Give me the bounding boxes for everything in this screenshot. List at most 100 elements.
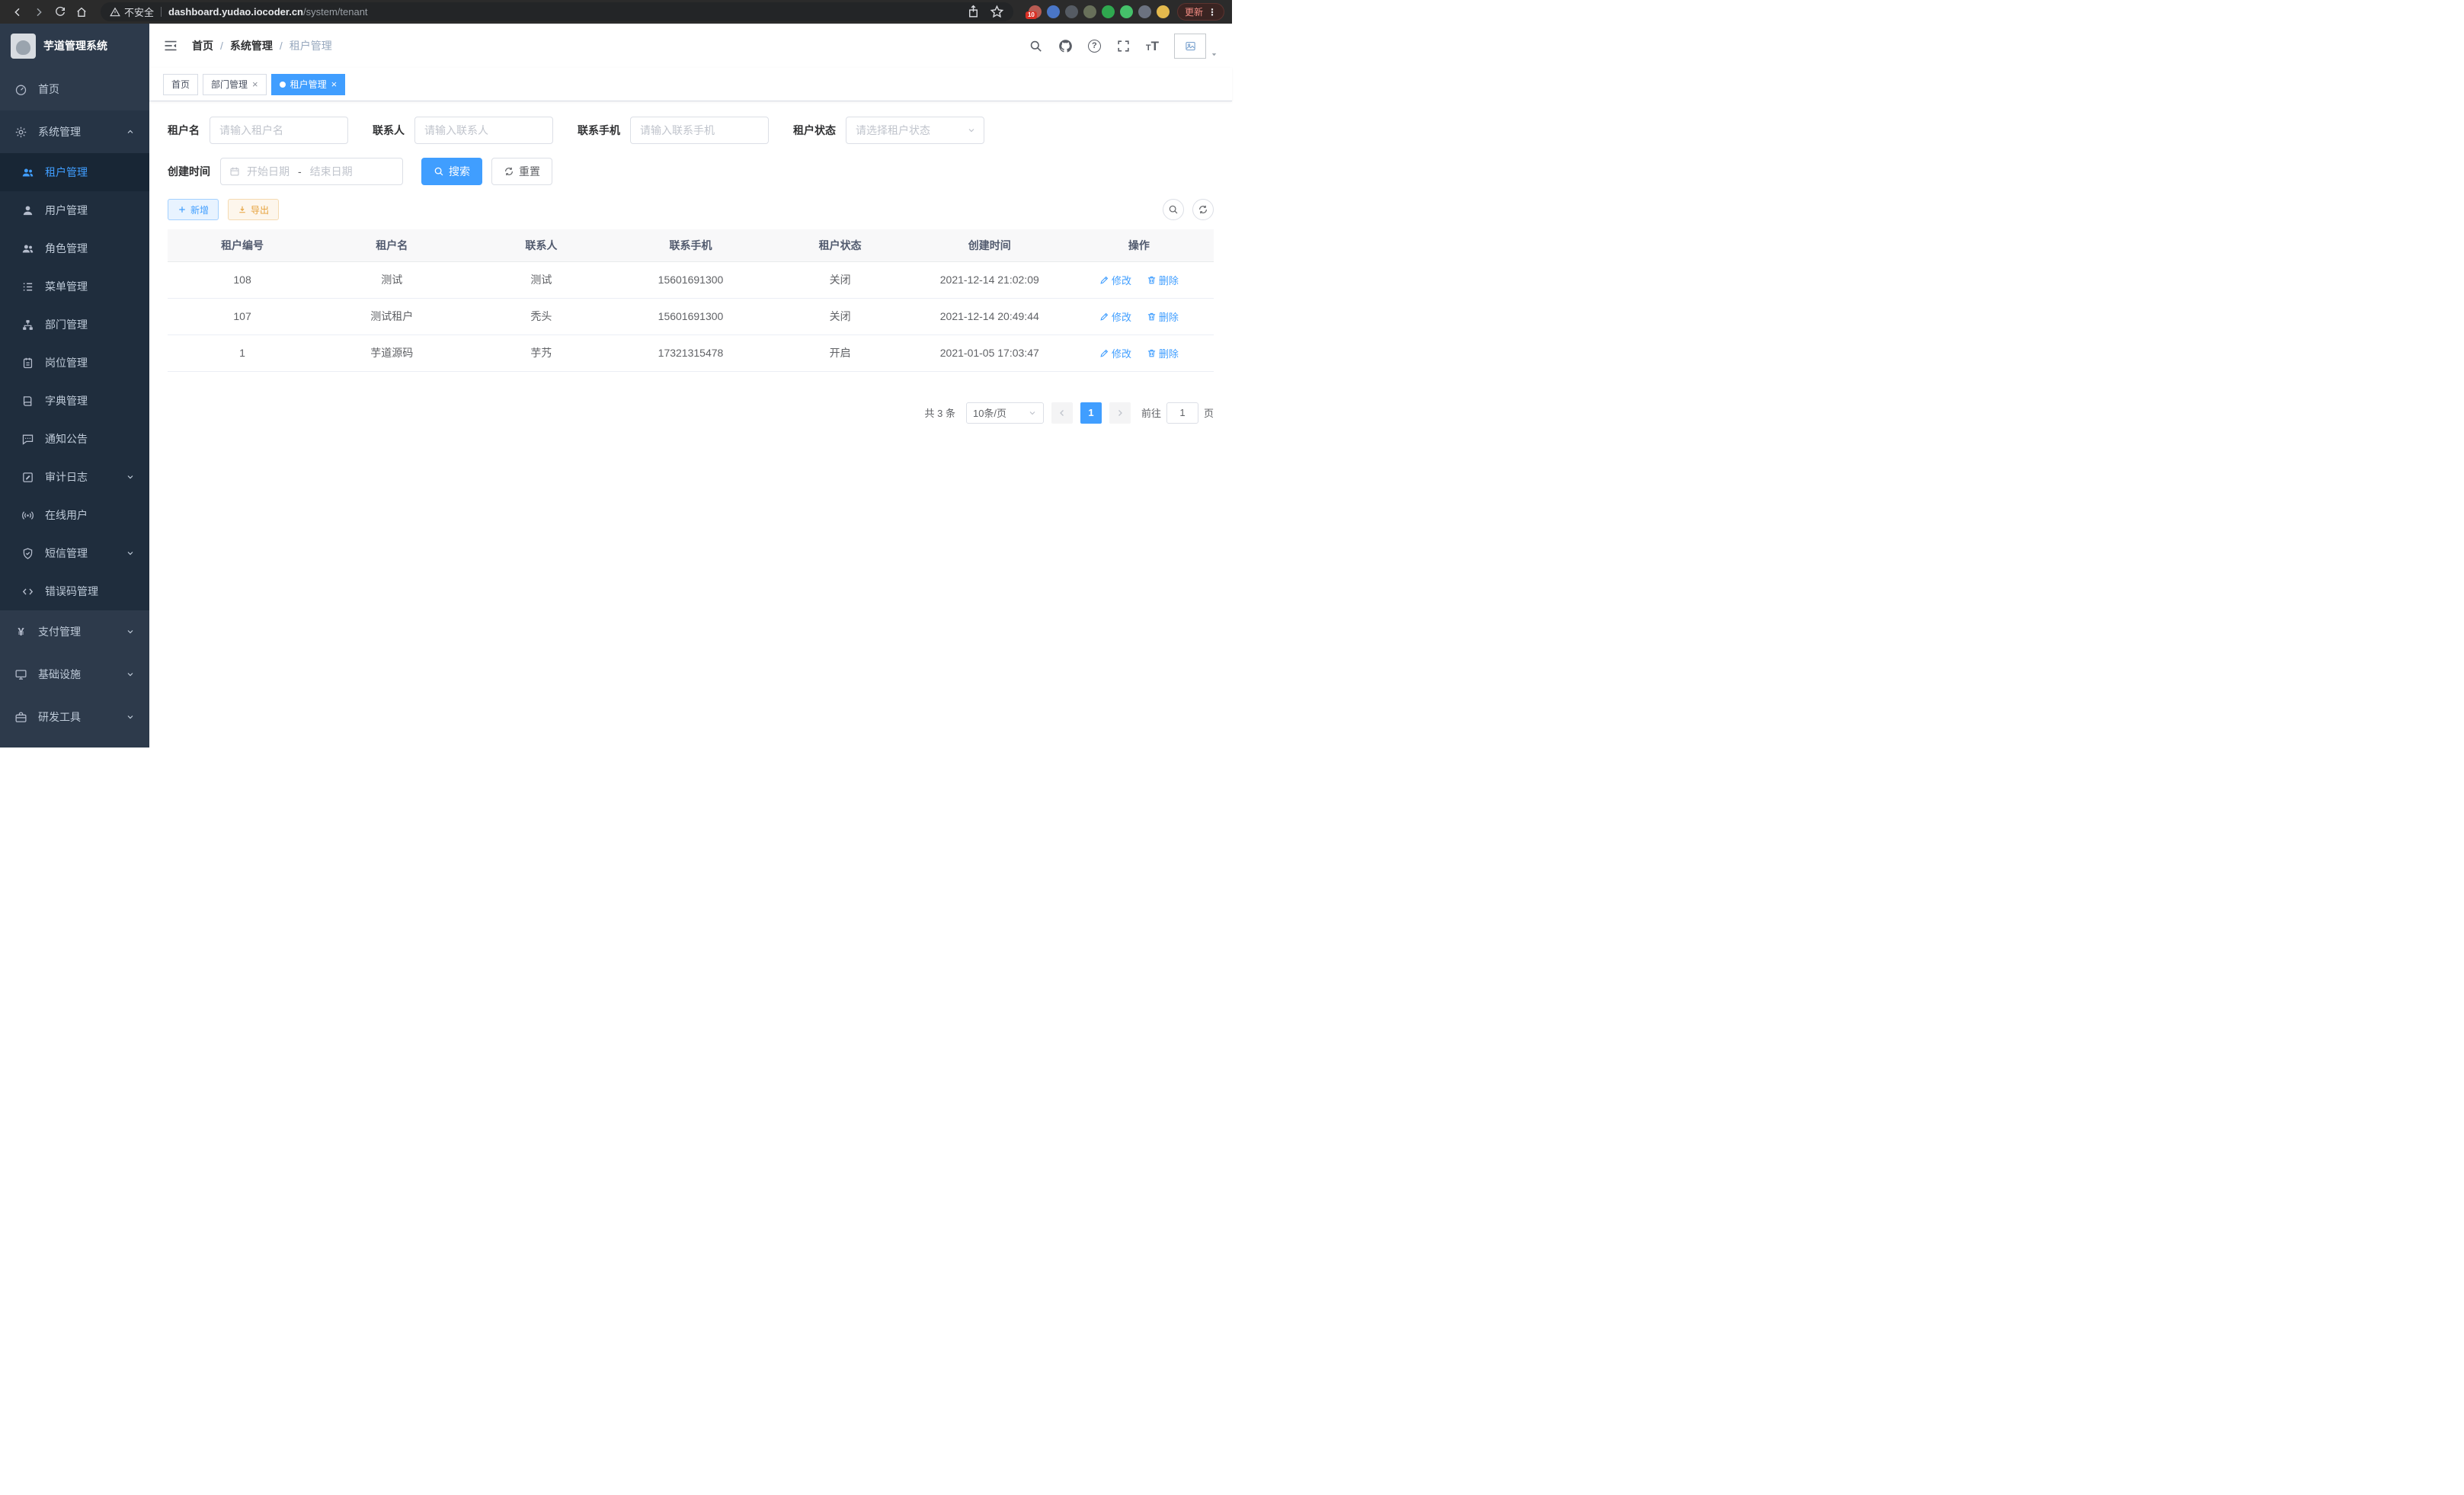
table-row: 107 测试租户 秃头 15601691300 关闭 2021-12-14 20… <box>168 298 1214 335</box>
close-icon[interactable]: × <box>331 79 338 89</box>
date-range-picker[interactable]: 开始日期 - 结束日期 <box>220 158 403 185</box>
table-header-row: 租户编号 租户名 联系人 联系手机 租户状态 创建时间 操作 <box>168 229 1214 261</box>
extension-icon[interactable] <box>1083 5 1096 18</box>
start-date-placeholder: 开始日期 <box>247 164 290 179</box>
status-label: 租户状态 <box>793 123 836 138</box>
page-size-select[interactable]: 10条/页 <box>966 402 1044 424</box>
sidebar-item-notice[interactable]: 通知公告 <box>0 420 149 458</box>
delete-button[interactable]: 删除 <box>1147 309 1179 324</box>
search-button[interactable]: 搜索 <box>421 158 482 185</box>
prev-page-button[interactable] <box>1051 402 1073 424</box>
search-icon[interactable] <box>1029 39 1043 53</box>
book-icon <box>21 395 34 408</box>
sidebar-item-system[interactable]: 系统管理 <box>0 110 149 153</box>
logo[interactable]: 芋道管理系统 <box>0 24 149 68</box>
sidebar-item-user[interactable]: 用户管理 <box>0 191 149 229</box>
page-size-value: 10条/页 <box>973 405 1006 420</box>
sidebar-item-role[interactable]: 角色管理 <box>0 229 149 267</box>
col-header: 联系手机 <box>616 229 765 261</box>
cell-tenant-name: 芋道源码 <box>317 335 466 371</box>
cell-created: 2021-12-14 20:49:44 <box>915 298 1064 335</box>
sidebar-item-label: 错误码管理 <box>45 584 98 599</box>
sidebar-item-sms[interactable]: 短信管理 <box>0 534 149 572</box>
edit-button[interactable]: 修改 <box>1099 309 1131 324</box>
extension-icon[interactable] <box>1120 5 1133 18</box>
bookmark-star-icon[interactable] <box>990 5 1004 19</box>
tab-tenant[interactable]: 租户管理 × <box>271 74 346 95</box>
breadcrumb-item[interactable]: 系统管理 <box>230 38 273 53</box>
sidebar-item-dict[interactable]: 字典管理 <box>0 382 149 420</box>
font-size-icon[interactable]: TT <box>1146 40 1159 53</box>
reload-icon[interactable] <box>50 2 70 22</box>
delete-button[interactable]: 删除 <box>1147 346 1179 360</box>
extension-icon[interactable] <box>1157 5 1170 18</box>
chevron-down-icon <box>126 712 135 722</box>
goto-page-input[interactable] <box>1166 402 1198 424</box>
fullscreen-icon[interactable] <box>1116 39 1131 53</box>
current-page[interactable]: 1 <box>1080 402 1102 424</box>
puzzle-icon[interactable] <box>1138 5 1151 18</box>
url-path: /system/tenant <box>303 6 368 18</box>
export-button[interactable]: 导出 <box>228 199 279 220</box>
edit-button[interactable]: 修改 <box>1099 346 1131 360</box>
cell-status: 关闭 <box>766 261 915 298</box>
sidebar-item-online-users[interactable]: 在线用户 <box>0 496 149 534</box>
broadcast-icon <box>21 509 34 522</box>
cell-tenant-id: 107 <box>168 298 317 335</box>
delete-button[interactable]: 删除 <box>1147 273 1179 287</box>
sidebar-item-label: 审计日志 <box>45 469 88 485</box>
toggle-search-button[interactable] <box>1163 199 1184 220</box>
menu-dots-icon[interactable]: ⋮ <box>1208 7 1217 18</box>
mobile-label: 联系手机 <box>578 123 620 138</box>
sidebar-item-tenant[interactable]: 租户管理 <box>0 153 149 191</box>
sidebar-item-menu[interactable]: 菜单管理 <box>0 267 149 306</box>
forward-icon[interactable] <box>29 2 49 22</box>
help-icon[interactable]: ? <box>1088 40 1101 53</box>
sidebar-item-error-code[interactable]: 错误码管理 <box>0 572 149 610</box>
header-tools: ? TT <box>1029 34 1218 59</box>
back-icon[interactable] <box>8 2 27 22</box>
share-icon[interactable] <box>966 5 981 19</box>
mobile-input[interactable] <box>630 117 769 144</box>
home-icon[interactable] <box>72 2 91 22</box>
close-icon[interactable]: × <box>252 79 258 89</box>
breadcrumb-item[interactable]: 首页 <box>192 38 213 53</box>
tab-home[interactable]: 首页 <box>163 74 198 95</box>
sidebar-item-audit-log[interactable]: 审计日志 <box>0 458 149 496</box>
cell-tenant-id: 1 <box>168 335 317 371</box>
sidebar-item-dept[interactable]: 部门管理 <box>0 306 149 344</box>
extension-icon[interactable] <box>1102 5 1115 18</box>
trash-icon <box>1147 312 1157 322</box>
cell-status: 关闭 <box>766 298 915 335</box>
tab-label: 租户管理 <box>290 78 327 91</box>
extension-icon[interactable] <box>1047 5 1060 18</box>
next-page-button[interactable] <box>1109 402 1131 424</box>
add-button[interactable]: 新增 <box>168 199 219 220</box>
dashboard-icon <box>14 83 27 96</box>
breadcrumb-separator: / <box>280 40 283 52</box>
sidebar-item-payment[interactable]: ¥ 支付管理 <box>0 610 149 653</box>
sidebar: 芋道管理系统 首页 系统管理 租户管理 用户管理 <box>0 24 149 748</box>
contact-input[interactable] <box>414 117 553 144</box>
tenant-name-input[interactable] <box>210 117 348 144</box>
sidebar-toggle-icon[interactable] <box>163 38 178 53</box>
sidebar-item-label: 系统管理 <box>38 124 81 139</box>
extension-icon[interactable]: 10 <box>1029 5 1042 18</box>
browser-update-button[interactable]: 更新 ⋮ <box>1177 3 1224 21</box>
user-menu[interactable] <box>1174 34 1218 59</box>
sidebar-item-devtools[interactable]: 研发工具 <box>0 696 149 738</box>
system-submenu: 租户管理 用户管理 角色管理 菜单管理 部门管理 <box>0 153 149 610</box>
sidebar-item-infra[interactable]: 基础设施 <box>0 653 149 696</box>
extension-icon[interactable] <box>1065 5 1078 18</box>
sidebar-item-home[interactable]: 首页 <box>0 68 149 110</box>
page-content: 租户名 联系人 联系手机 租户状态 请选择租户状态 <box>149 101 1232 748</box>
reset-button[interactable]: 重置 <box>491 158 552 185</box>
sidebar-item-post[interactable]: 岗位管理 <box>0 344 149 382</box>
status-select[interactable]: 请选择租户状态 <box>846 117 984 144</box>
address-bar[interactable]: 不安全 dashboard.yudao.iocoder.cn/system/te… <box>101 2 1013 21</box>
github-icon[interactable] <box>1058 39 1073 53</box>
tab-dept[interactable]: 部门管理 × <box>203 74 267 95</box>
edit-button[interactable]: 修改 <box>1099 273 1131 287</box>
avatar[interactable] <box>1174 34 1206 59</box>
refresh-table-button[interactable] <box>1192 199 1214 220</box>
